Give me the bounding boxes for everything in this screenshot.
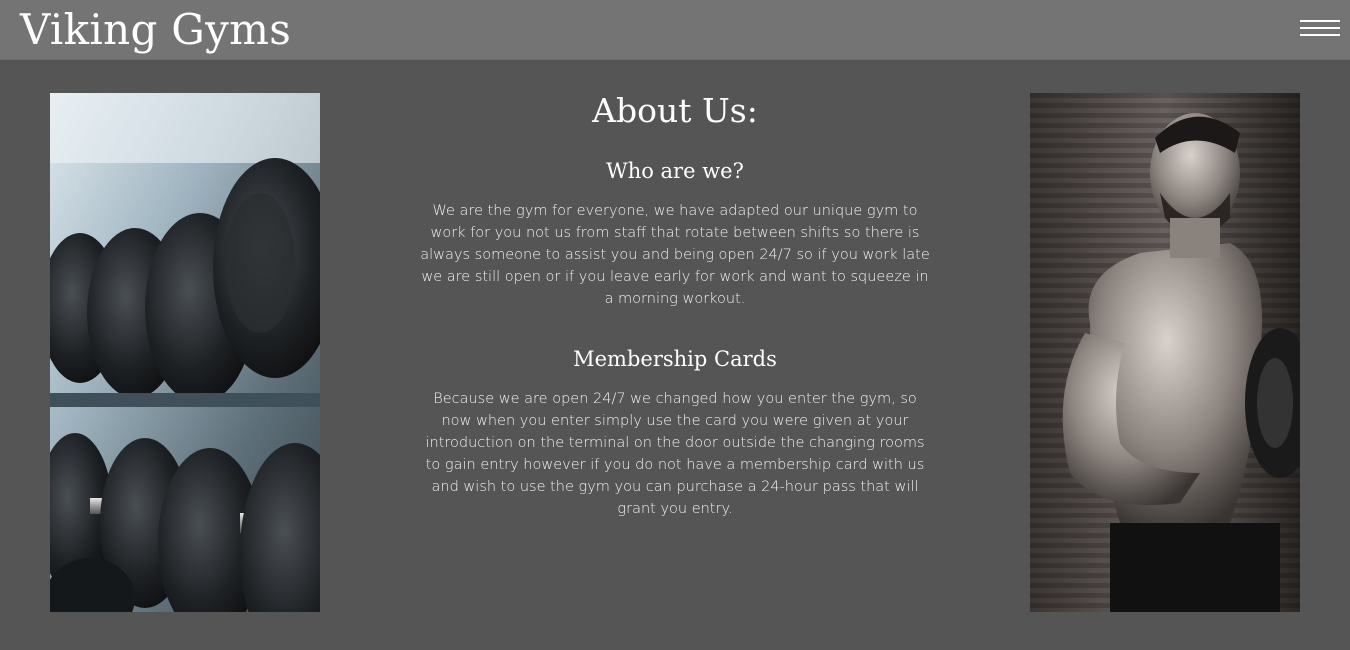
- menu-bar-top: [1300, 20, 1340, 22]
- brand-title[interactable]: Viking Gyms: [20, 4, 291, 56]
- menu-bar-bottom: [1300, 34, 1340, 36]
- dumbbell-rack-photo: [50, 93, 320, 612]
- hamburger-menu-icon[interactable]: [1298, 16, 1342, 42]
- site-header: Viking Gyms: [0, 0, 1350, 60]
- about-section: About Us: Who are we? We are the gym for…: [420, 88, 930, 520]
- who-are-we-heading: Who are we?: [606, 159, 744, 183]
- membership-cards-text: Because we are open 24/7 we changed how …: [425, 391, 925, 517]
- menu-bar-middle: [1300, 27, 1340, 29]
- who-are-we-text: We are the gym for everyone, we have ada…: [420, 203, 930, 307]
- bodybuilder-photo: [1030, 93, 1300, 612]
- membership-cards-heading: Membership Cards: [573, 347, 777, 371]
- about-title: About Us:: [592, 91, 758, 130]
